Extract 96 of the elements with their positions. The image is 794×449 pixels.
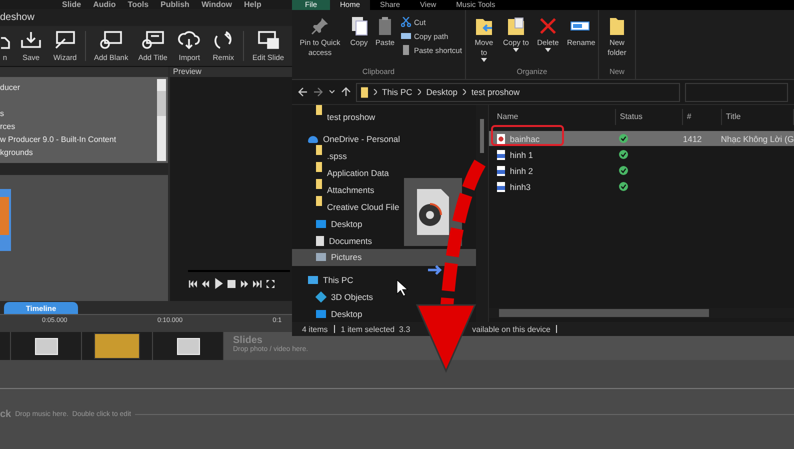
stop-icon[interactable] — [227, 280, 236, 288]
move-to-folder-icon — [474, 16, 494, 36]
cloud-icon — [308, 136, 318, 143]
fullscreen-icon[interactable] — [266, 280, 275, 288]
nav-item[interactable]: Desktop — [292, 305, 366, 322]
document-icon — [316, 236, 324, 246]
folder-icon — [316, 178, 322, 189]
column-header[interactable]: Status — [616, 109, 683, 125]
nav-item[interactable]: Documents — [292, 232, 376, 250]
file-name: hinh 1 — [510, 150, 534, 160]
menu-item[interactable]: Audio — [93, 0, 116, 9]
folder-icon — [0, 36, 10, 50]
menu-item[interactable]: Window — [201, 0, 232, 9]
file-row[interactable]: bainhac 1412 Nhạc Không Lời (G — [488, 131, 794, 146]
slide[interactable] — [11, 332, 82, 360]
menu-item[interactable]: Help — [244, 0, 262, 9]
nav-item[interactable]: This PC — [292, 272, 358, 288]
file-name: hinh3 — [510, 182, 531, 192]
computer-icon — [308, 276, 318, 284]
folder-item[interactable]: kgrounds — [0, 146, 155, 159]
desktop-icon — [316, 310, 326, 318]
skip-end-icon[interactable] — [253, 280, 262, 288]
folder-item[interactable]: ducer — [0, 81, 155, 94]
delete-icon — [538, 16, 558, 36]
chevron-icon — [462, 89, 466, 95]
track-label: ck — [0, 409, 12, 420]
nav-item[interactable]: .spss — [292, 148, 351, 165]
menu-item[interactable]: Tools — [128, 0, 149, 9]
up-icon[interactable] — [341, 87, 351, 97]
image-icon — [316, 253, 326, 262]
folder-icon — [316, 162, 322, 172]
cloud-download-icon — [177, 30, 202, 50]
photo-placeholder — [0, 197, 9, 235]
window-title: deshow — [0, 12, 34, 23]
cut-icon — [401, 17, 411, 27]
file-name: bainhac — [510, 134, 540, 144]
title-slide-icon — [34, 338, 58, 354]
cube-icon — [315, 291, 327, 302]
audio-file-icon — [496, 134, 505, 144]
slide[interactable] — [153, 332, 224, 360]
add-title-icon — [140, 30, 165, 50]
folder-icon — [316, 105, 322, 115]
track-title: Nhạc Không Lời (G — [720, 134, 794, 144]
file-row[interactable]: hinh 1 — [488, 147, 794, 162]
file-row[interactable]: hinh 2 — [488, 163, 794, 178]
play-icon[interactable] — [214, 278, 223, 289]
title-slide-icon — [176, 338, 200, 354]
add-slide-icon — [99, 30, 124, 50]
move-arrow-icon — [426, 264, 442, 276]
folder-icon — [316, 144, 322, 155]
nav-item[interactable]: OneDrive - Personal — [292, 130, 404, 148]
nav-item[interactable]: Desktop — [292, 216, 366, 232]
dragged-file-icon — [404, 178, 462, 246]
panel-title: Preview — [173, 67, 202, 76]
menu-item[interactable]: Publish — [160, 0, 190, 9]
back-icon[interactable] — [298, 87, 308, 97]
search-field[interactable] — [685, 82, 788, 102]
file-name: hinh 2 — [510, 166, 534, 176]
nav-item[interactable]: Creative Cloud File — [292, 198, 404, 216]
file-row[interactable]: hinh3 — [488, 179, 794, 194]
copy-icon — [349, 16, 369, 36]
chevron-icon — [373, 89, 377, 95]
slide-thumbnail[interactable] — [0, 189, 11, 251]
rewind-icon[interactable] — [201, 280, 210, 288]
chevron-icon — [417, 89, 422, 95]
column-header[interactable]: Name — [488, 109, 616, 125]
column-header[interactable]: # — [682, 109, 722, 125]
nav-item[interactable]: Application Data — [292, 164, 393, 182]
cursor-icon — [396, 279, 408, 296]
nav-item[interactable]: 3D Objects — [292, 288, 378, 306]
nav-item[interactable]: Attachments — [292, 182, 378, 199]
address-bar[interactable]: This PC Desktop test proshow — [356, 82, 680, 102]
track-number: 1412 — [682, 134, 702, 144]
scrollbar[interactable] — [157, 79, 166, 161]
forward-icon[interactable] — [313, 87, 323, 97]
folder-icon — [316, 196, 322, 206]
folder-item[interactable]: rces — [0, 120, 155, 133]
status-text: vailable on this device — [472, 324, 550, 334]
folder-item[interactable]: w Producer 9.0 - Built-In Content — [0, 133, 155, 146]
nav-item[interactable]: Pictures — [292, 249, 476, 266]
fast-forward-icon[interactable] — [240, 280, 249, 288]
menu-item[interactable]: Slide — [62, 0, 82, 9]
nav-item[interactable]: test proshow — [292, 108, 380, 125]
save-icon — [19, 30, 43, 50]
skip-start-icon[interactable] — [188, 280, 197, 288]
copy-to-folder-icon — [506, 16, 526, 36]
column-header[interactable]: Title — [722, 109, 794, 125]
pin-icon — [310, 16, 330, 36]
status-text: 4 items — [302, 324, 328, 334]
edit-slide-icon — [256, 30, 280, 50]
folder-item[interactable]: s — [0, 107, 155, 120]
slide[interactable] — [82, 332, 153, 360]
wand-icon — [53, 30, 77, 50]
folder-icon — [361, 86, 368, 98]
status-text: 1 item selected 3.3 — [340, 324, 410, 334]
desktop-icon — [316, 220, 326, 228]
